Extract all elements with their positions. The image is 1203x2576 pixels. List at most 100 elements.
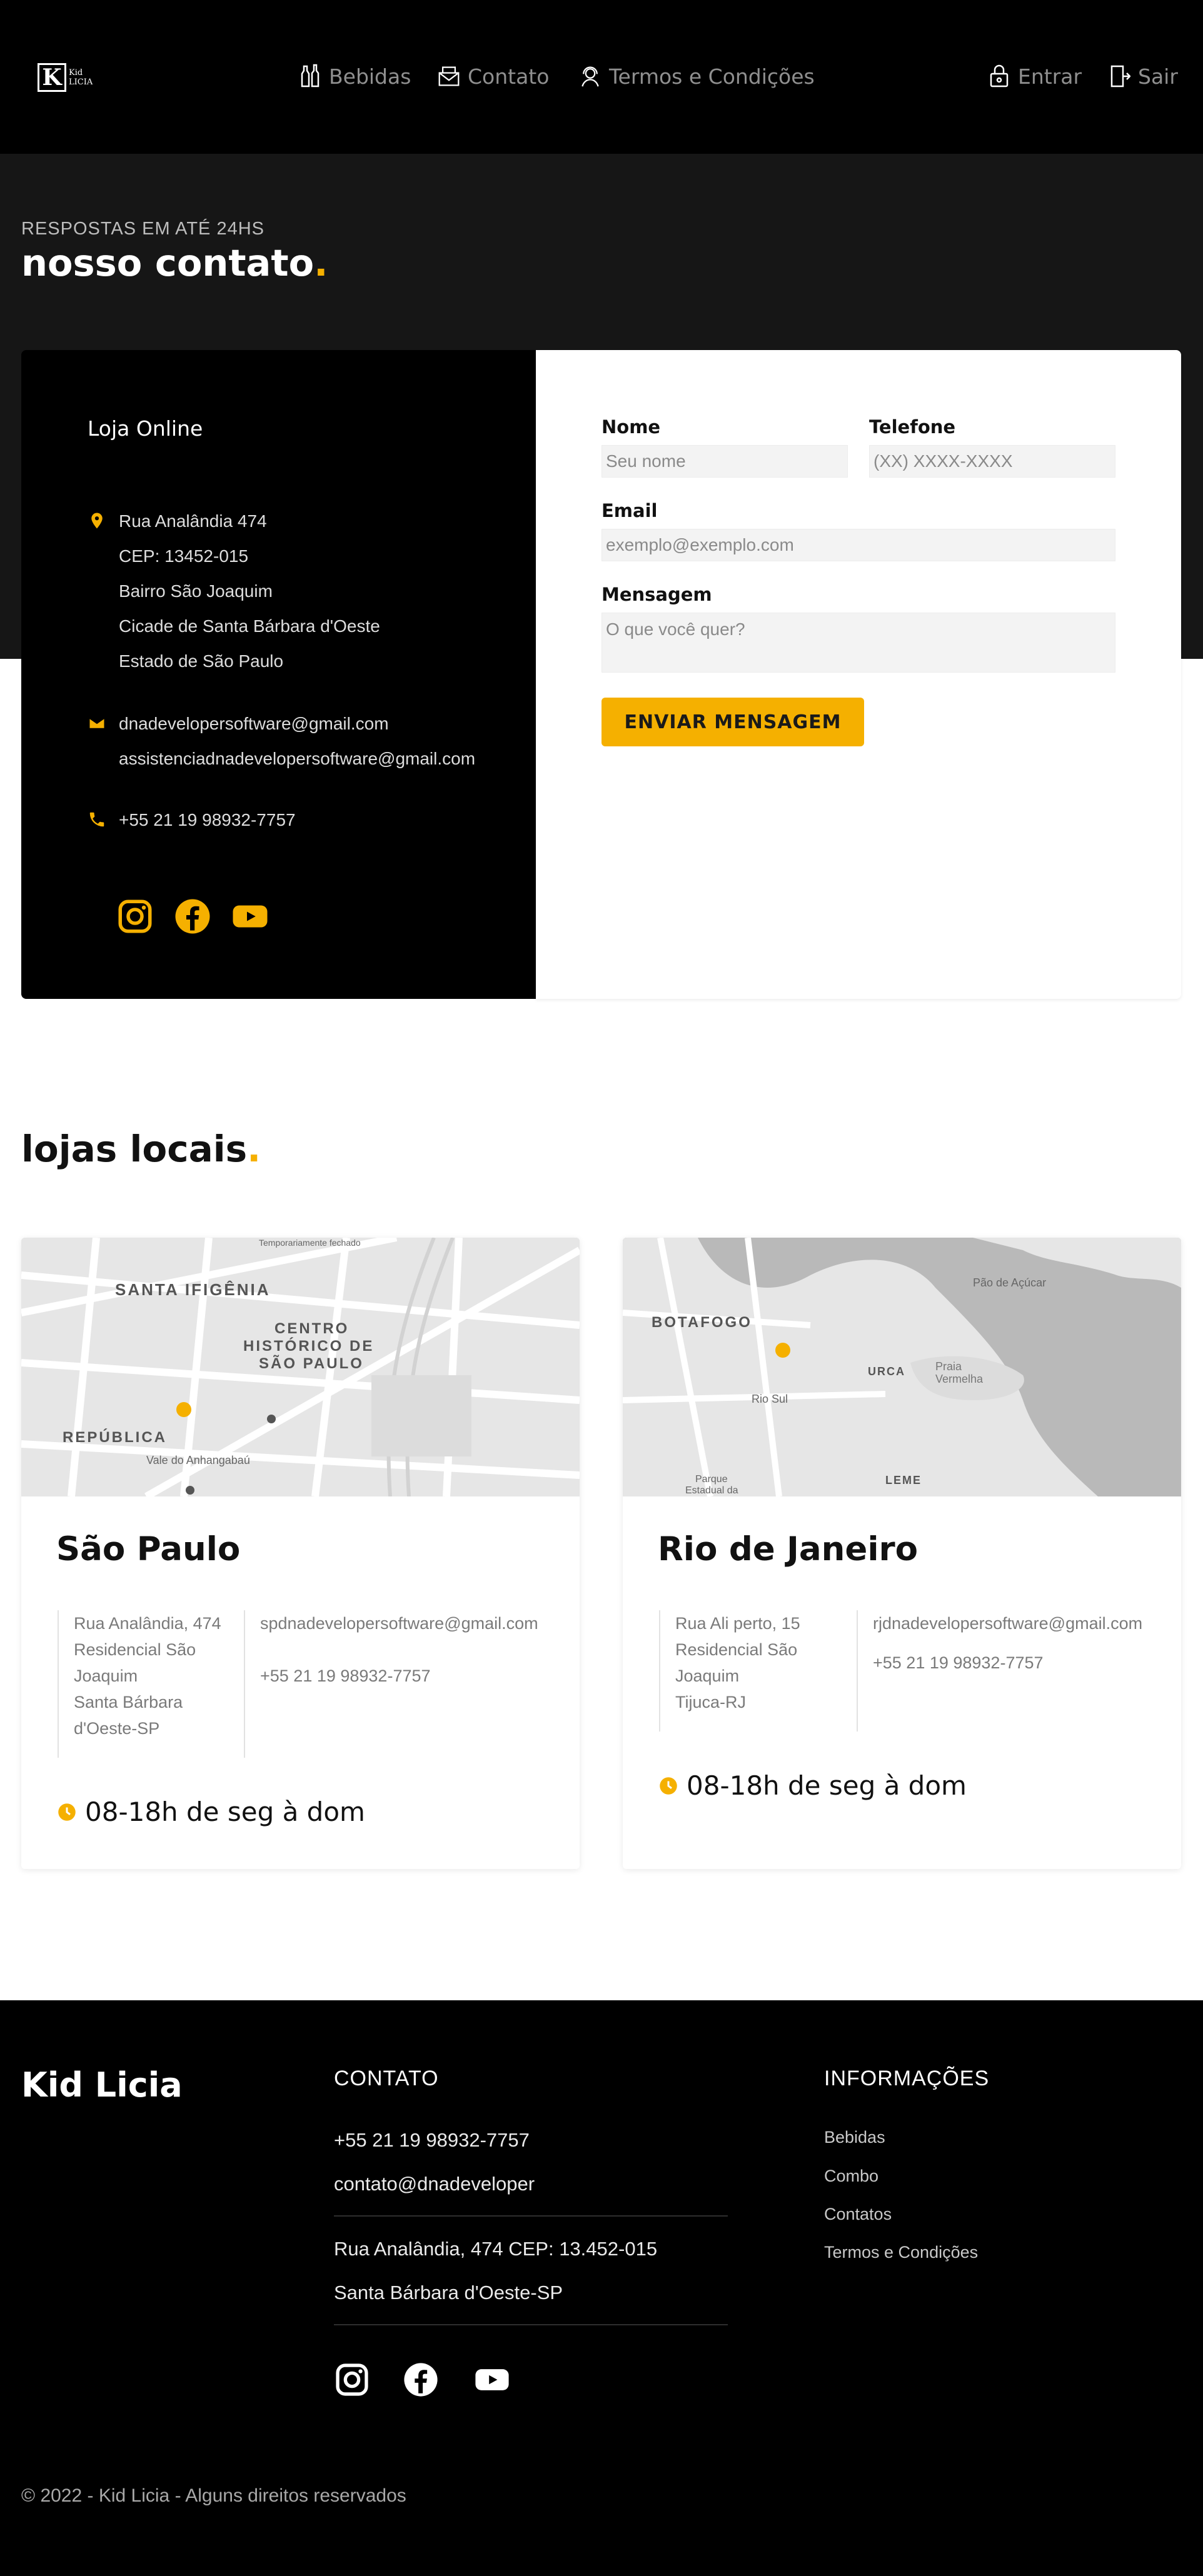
stores-title-text: lojas locais — [21, 1128, 248, 1170]
store-address-line: Rua Ali perto, 15 — [675, 1614, 800, 1633]
nav-item-termos[interactable]: Termos e Condições — [579, 58, 815, 95]
store-address-line: Rua Analândia, 474 — [74, 1614, 221, 1633]
nav-label: Contato — [468, 64, 550, 89]
nav-item-bebidas[interactable]: Bebidas — [299, 58, 411, 95]
exit-door-icon — [1110, 65, 1130, 88]
store-address: Rua Analândia, 474 Residencial São Joaqu… — [58, 1610, 235, 1758]
map-label: Vermelha — [935, 1373, 984, 1385]
email-link[interactable]: assistenciadnadevelopersoftware@gmail.co… — [119, 741, 475, 776]
store-label: Loja Online — [88, 416, 203, 441]
title-dot: . — [314, 241, 328, 284]
footer-contact-heading: CONTATO — [334, 2067, 439, 2090]
phone-icon — [89, 812, 104, 827]
footer-link-termos[interactable]: Termos e Condições — [824, 2243, 978, 2262]
page-title-text: nosso contato — [21, 241, 315, 284]
stores-section-title: lojas locais. — [21, 1128, 261, 1170]
youtube-icon[interactable] — [473, 2362, 511, 2398]
footer-divider — [334, 2215, 728, 2217]
login-label: Entrar — [1018, 64, 1082, 89]
nav-label: Termos e Condições — [609, 64, 815, 89]
footer-email[interactable]: contato@dnadeveloper — [334, 2173, 535, 2195]
name-input[interactable]: Seu nome — [602, 445, 848, 478]
address-line: Rua Analândia 474 — [119, 511, 267, 531]
facebook-icon[interactable] — [174, 898, 211, 935]
nav-item-contato[interactable]: Contato — [438, 58, 549, 95]
store-name: São Paulo — [56, 1530, 241, 1568]
map-label: SÃO PAULO — [259, 1355, 364, 1372]
nav-label: Bebidas — [329, 64, 411, 89]
address-line: Cicade de Santa Bárbara d'Oeste — [119, 616, 380, 636]
hero-eyebrow: RESPOSTAS EM ATÉ 24HS — [21, 219, 264, 239]
email-link[interactable]: dnadevelopersoftware@gmail.com — [119, 706, 475, 741]
footer-link-contatos[interactable]: Contatos — [824, 2205, 892, 2224]
address-line: Estado de São Paulo — [119, 651, 284, 671]
page-title: nosso contato. — [21, 241, 328, 284]
store-hours-text: 08-18h de seg à dom — [85, 1797, 365, 1827]
map-label: Rio Sul — [752, 1393, 788, 1405]
store-address-line: Santa Bárbara d'Oeste-SP — [74, 1693, 183, 1738]
store-email[interactable]: spdnadevelopersoftware@gmail.com — [260, 1610, 556, 1636]
logo-wordmark: Kid LICIA — [69, 68, 93, 87]
address-block: Rua Analândia 474 CEP: 13452-015 Bairro … — [119, 504, 380, 679]
site-logo[interactable]: K Kid LICIA — [38, 61, 98, 94]
map-label: LEME — [885, 1474, 922, 1486]
logout-label: Sair — [1138, 64, 1178, 89]
instagram-icon[interactable] — [116, 898, 154, 935]
logo-mark: K — [38, 63, 66, 92]
address-line: CEP: 13452-015 — [119, 546, 249, 566]
map-label: Estadual da — [685, 1485, 738, 1496]
store-phone: +55 21 19 98932-7757 — [873, 1653, 1044, 1672]
store-contact: rjdnadevelopersoftware@gmail.com +55 21 … — [857, 1610, 1169, 1732]
envelope-icon — [438, 66, 460, 86]
youtube-icon[interactable] — [231, 898, 269, 935]
map-rio-de-janeiro[interactable]: Pão de Açúcar BOTAFOGO URCA Praia Vermel… — [623, 1238, 1181, 1496]
map-label: CENTRO — [274, 1320, 350, 1337]
message-label: Mensagem — [602, 584, 712, 605]
footer-info-heading: INFORMAÇÕES — [824, 2067, 990, 2090]
map-label: Praia — [935, 1360, 962, 1373]
phone-input[interactable]: (XX) XXXX-XXXX — [869, 445, 1115, 478]
logo-word-1: Kid — [69, 68, 83, 78]
name-label: Nome — [602, 416, 661, 438]
store-name: Rio de Janeiro — [658, 1530, 919, 1568]
store-address: Rua Ali perto, 15 Residencial São Joaqui… — [659, 1610, 857, 1732]
bottles-icon — [301, 64, 320, 88]
store-hours-text: 08-18h de seg à dom — [687, 1770, 967, 1801]
address-line: Bairro São Joaquim — [119, 581, 273, 601]
send-message-button[interactable]: ENVIAR MENSAGEM — [602, 698, 864, 746]
email-input[interactable]: exemplo@exemplo.com — [602, 529, 1115, 561]
footer-link-combo[interactable]: Combo — [824, 2167, 878, 2186]
store-hours: 08-18h de seg à dom — [58, 1797, 365, 1827]
title-dot: . — [247, 1128, 261, 1170]
lock-icon — [990, 64, 1009, 88]
footer-address-line: Rua Analândia, 474 CEP: 13.452-015 — [334, 2238, 658, 2260]
login-link[interactable]: Entrar — [988, 58, 1082, 95]
location-pin-icon — [91, 513, 103, 529]
map-label: URCA — [868, 1365, 905, 1378]
email-label: Email — [602, 500, 658, 521]
copyright-text: © 2022 - Kid Licia - Alguns direitos res… — [21, 2485, 406, 2506]
footer-link-bebidas[interactable]: Bebidas — [824, 2128, 885, 2147]
map-label: Parque — [695, 1474, 728, 1485]
logout-link[interactable]: Sair — [1108, 58, 1178, 95]
phone-text: +55 21 19 98932-7757 — [119, 810, 296, 829]
footer-address-line: Santa Bárbara d'Oeste-SP — [334, 2282, 563, 2303]
instagram-icon[interactable] — [334, 2362, 370, 2398]
store-email[interactable]: rjdnadevelopersoftware@gmail.com — [873, 1610, 1169, 1636]
map-label: BOTAFOGO — [652, 1314, 752, 1331]
footer-phone: +55 21 19 98932-7757 — [334, 2129, 530, 2151]
logo-word-2: LICIA — [69, 78, 93, 87]
store-address-line: Tijuca-RJ — [675, 1693, 747, 1711]
clock-icon — [660, 1777, 677, 1795]
map-sao-paulo[interactable]: Temporariamente fechado SANTA IFIGÊNIA C… — [21, 1238, 580, 1496]
map-label: Temporariamente fechado — [259, 1238, 361, 1248]
facebook-icon[interactable] — [403, 2362, 439, 2398]
store-hours: 08-18h de seg à dom — [659, 1770, 967, 1801]
map-label: SANTA IFIGÊNIA — [115, 1280, 271, 1299]
email-block: dnadevelopersoftware@gmail.com assistenc… — [119, 706, 475, 776]
map-label: HISTÓRICO DE — [243, 1338, 375, 1355]
map-label: REPÚBLICA — [63, 1429, 168, 1446]
message-textarea[interactable]: O que você quer? — [602, 613, 1115, 673]
footer-divider — [334, 2324, 728, 2325]
phone-label: Telefone — [869, 416, 956, 438]
